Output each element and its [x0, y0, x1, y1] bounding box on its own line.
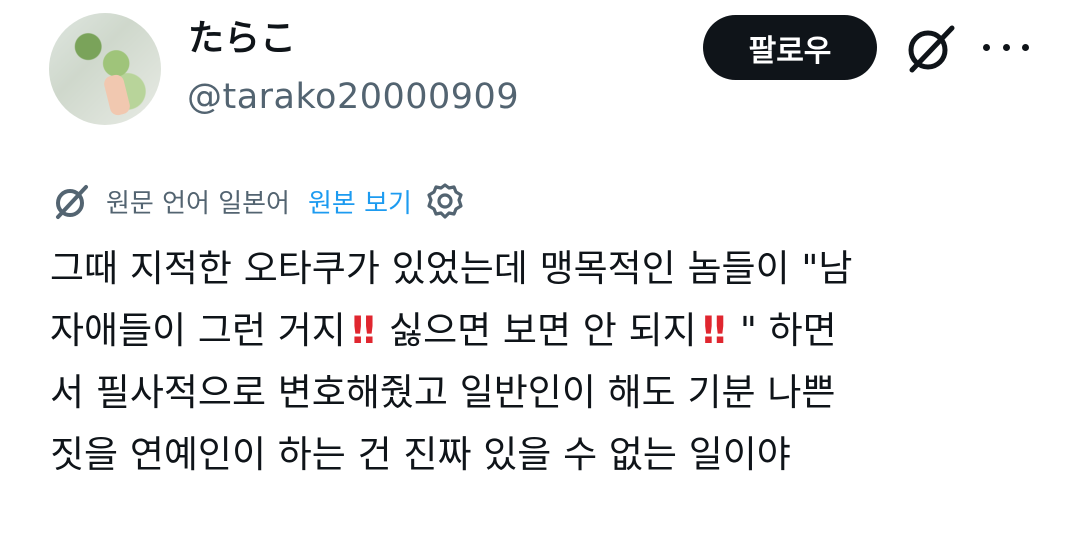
display-name[interactable]: たらこ — [188, 14, 296, 64]
user-handle[interactable]: @tarako20000909 — [187, 72, 519, 122]
double-exclamation-emoji: ‼ — [702, 309, 726, 352]
tweet-line: 서 필사적으로 변호해줬고 일반인이 해도 기분 나쁜 — [50, 371, 836, 414]
follow-button[interactable]: 팔로우 — [703, 15, 877, 80]
more-icon[interactable] — [983, 30, 1029, 64]
grok-icon[interactable] — [902, 20, 958, 76]
double-exclamation-emoji: ‼ — [351, 309, 375, 352]
show-original-link[interactable]: 원본 보기 — [308, 183, 412, 220]
translation-note: 원문 언어 일본어 — [106, 188, 290, 219]
avatar[interactable] — [49, 13, 161, 125]
more-dot — [1022, 43, 1029, 51]
tweet-text-segment: " 하면 — [739, 309, 837, 352]
tweet-line: 짓을 연예인이 하는 건 진짜 있을 수 없는 일이야 — [50, 433, 791, 476]
tweet-line: 그때 지적한 오타쿠가 있었는데 맹목적인 놈들이 "남 — [50, 247, 853, 290]
tweet-text-segment: 자애들이 그런 거지 — [50, 309, 346, 352]
avatar-hand-detail — [102, 73, 132, 117]
tweet-text-segment: 싫으면 보면 안 되지 — [389, 309, 697, 352]
tweet-line: 자애들이 그런 거지 ‼ 싫으면 보면 안 되지 ‼ " 하면 — [50, 300, 1050, 362]
gear-icon[interactable] — [426, 182, 464, 220]
translation-bar: 원문 언어 일본어 원본 보기 — [50, 178, 464, 224]
more-dot — [983, 43, 990, 51]
grok-translate-icon — [56, 185, 88, 219]
tweet-text: 그때 지적한 오타쿠가 있었는데 맹목적인 놈들이 "남 자애들이 그런 거지 ‼… — [50, 238, 1050, 486]
more-dot — [1002, 43, 1010, 51]
